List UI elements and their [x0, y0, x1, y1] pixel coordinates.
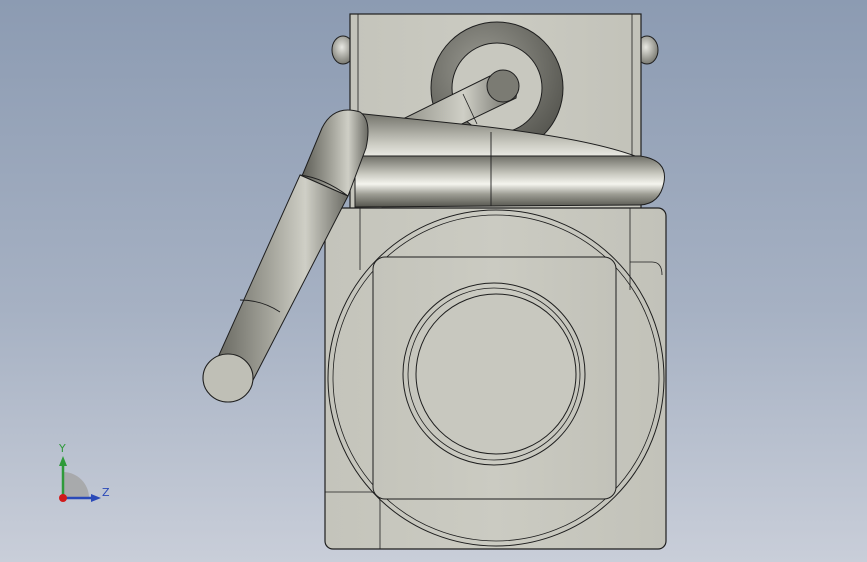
cad-model[interactable]	[0, 0, 867, 562]
orientation-triad: Y Z	[50, 438, 120, 508]
cad-viewport[interactable]: Y Z	[0, 0, 867, 562]
pipe-end-cap	[202, 353, 254, 403]
pipe-horizontal-lower	[354, 155, 665, 208]
y-axis-label: Y	[59, 442, 66, 455]
center-inner-circle	[415, 293, 577, 455]
z-axis-label: Z	[102, 486, 110, 499]
